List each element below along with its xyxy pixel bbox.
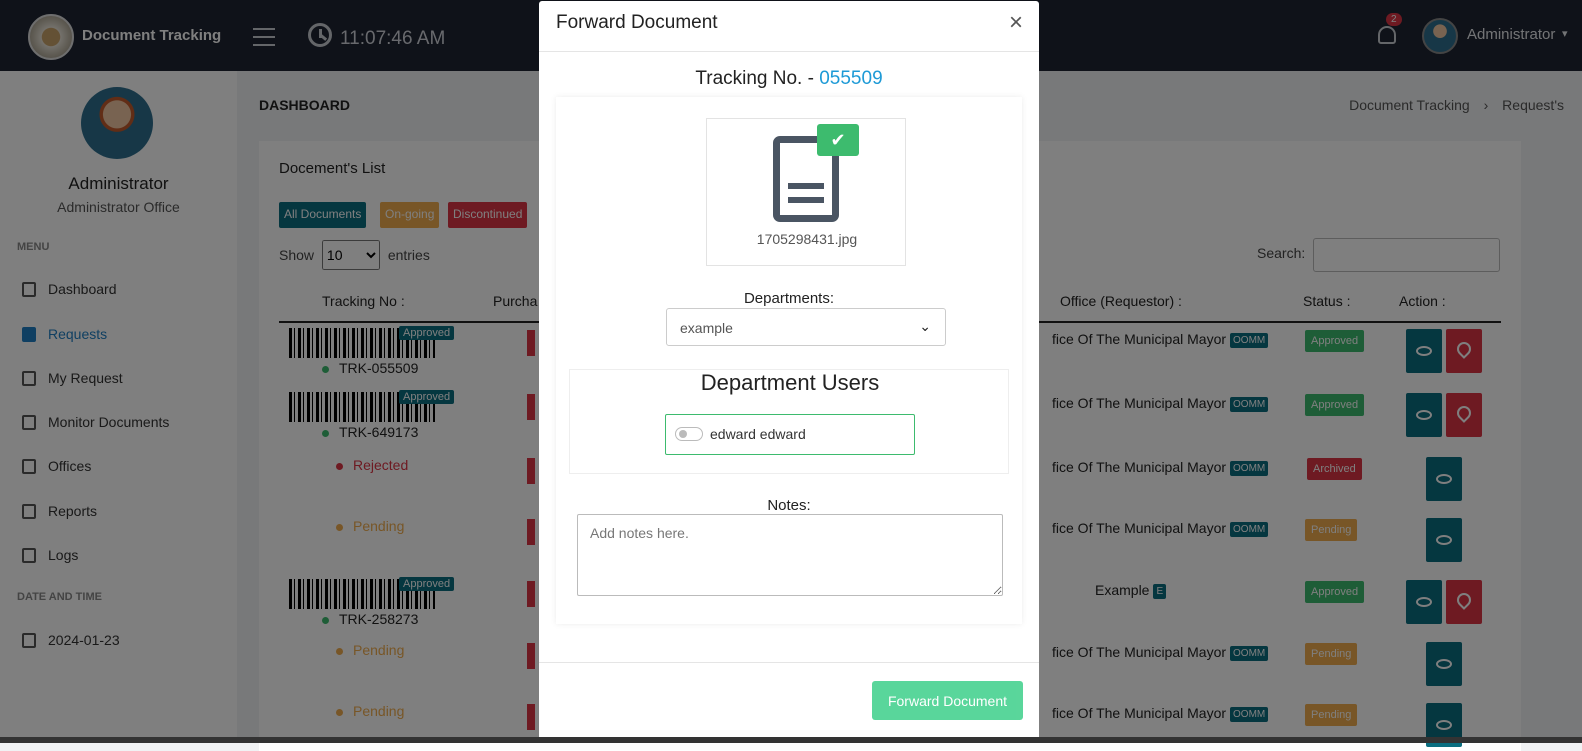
bottom-scrollbar[interactable] [0, 737, 1582, 743]
modal-title: Forward Document [556, 12, 718, 33]
forward-document-modal: Forward Document × Tracking No. - 055509… [539, 1, 1039, 742]
forward-form: ✔ 1705298431.jpg Departments: example ⌄ … [556, 97, 1022, 624]
user-toggle-switch[interactable] [675, 427, 703, 441]
modal-footer-divider [539, 662, 1039, 663]
chevron-down-icon: ⌄ [919, 318, 931, 334]
department-user-name: edward edward [710, 426, 806, 442]
modal-header-divider [539, 51, 1039, 52]
forward-document-button[interactable]: Forward Document [872, 681, 1023, 720]
department-users-title: Department Users [700, 370, 880, 395]
close-icon[interactable]: × [1009, 9, 1023, 37]
departments-label: Departments: [743, 290, 835, 307]
tracking-number: Tracking No. - 055509 [695, 68, 883, 89]
check-icon: ✔ [817, 124, 859, 156]
attachment-preview[interactable]: ✔ 1705298431.jpg [706, 118, 906, 266]
department-user-option[interactable]: edward edward [665, 414, 915, 455]
department-select[interactable]: example ⌄ [666, 308, 946, 346]
notes-label: Notes: [767, 497, 811, 514]
attachment-file-name: 1705298431.jpg [756, 231, 858, 247]
department-users-panel: Department Users edward edward [569, 369, 1009, 474]
notes-textarea[interactable] [577, 514, 1003, 596]
